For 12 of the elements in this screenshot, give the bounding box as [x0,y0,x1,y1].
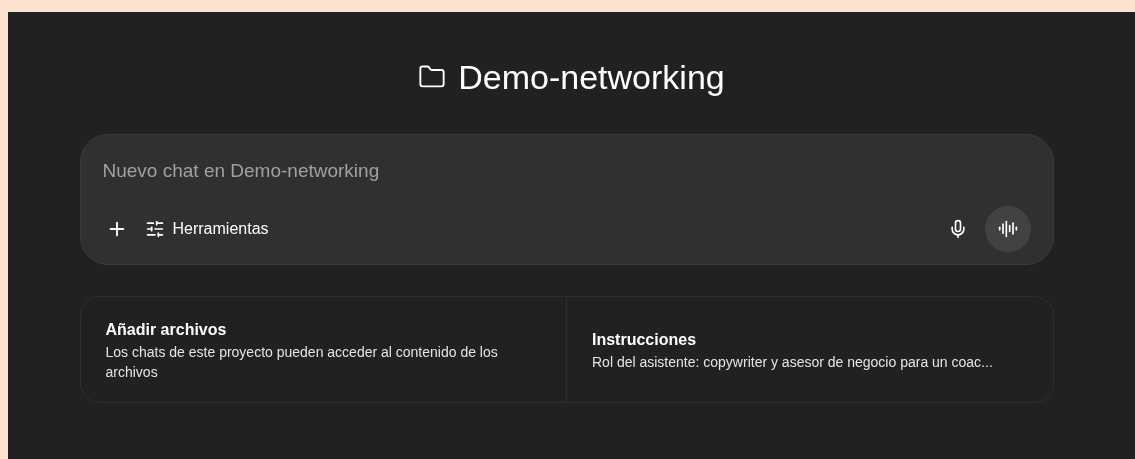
waveform-icon [997,219,1018,239]
project-title: Demo-networking [458,60,725,94]
card-title: Añadir archivos [105,319,228,340]
card-description: Rol del asistente: copywriter y asesor de negocio para un coac... [592,352,994,372]
sliders-icon [144,219,165,239]
chat-input[interactable]: Nuevo chat en Demo-networking [102,157,1031,186]
project-card[interactable]: Añadir archivos Los chats de este proyecto pueden acceder al contenido de los archivos [80,297,566,402]
card-description: Los chats de este proyecto pueden acceder al contenido de los archivos [105,342,499,382]
tools-button[interactable]: Herramientas [144,217,269,241]
voice-mode-button[interactable] [984,206,1031,252]
project-card[interactable]: Instrucciones Rol del asistente: copywriter y asesor de negocio para un coac... [566,297,1053,402]
card-title: Instrucciones [592,329,698,350]
